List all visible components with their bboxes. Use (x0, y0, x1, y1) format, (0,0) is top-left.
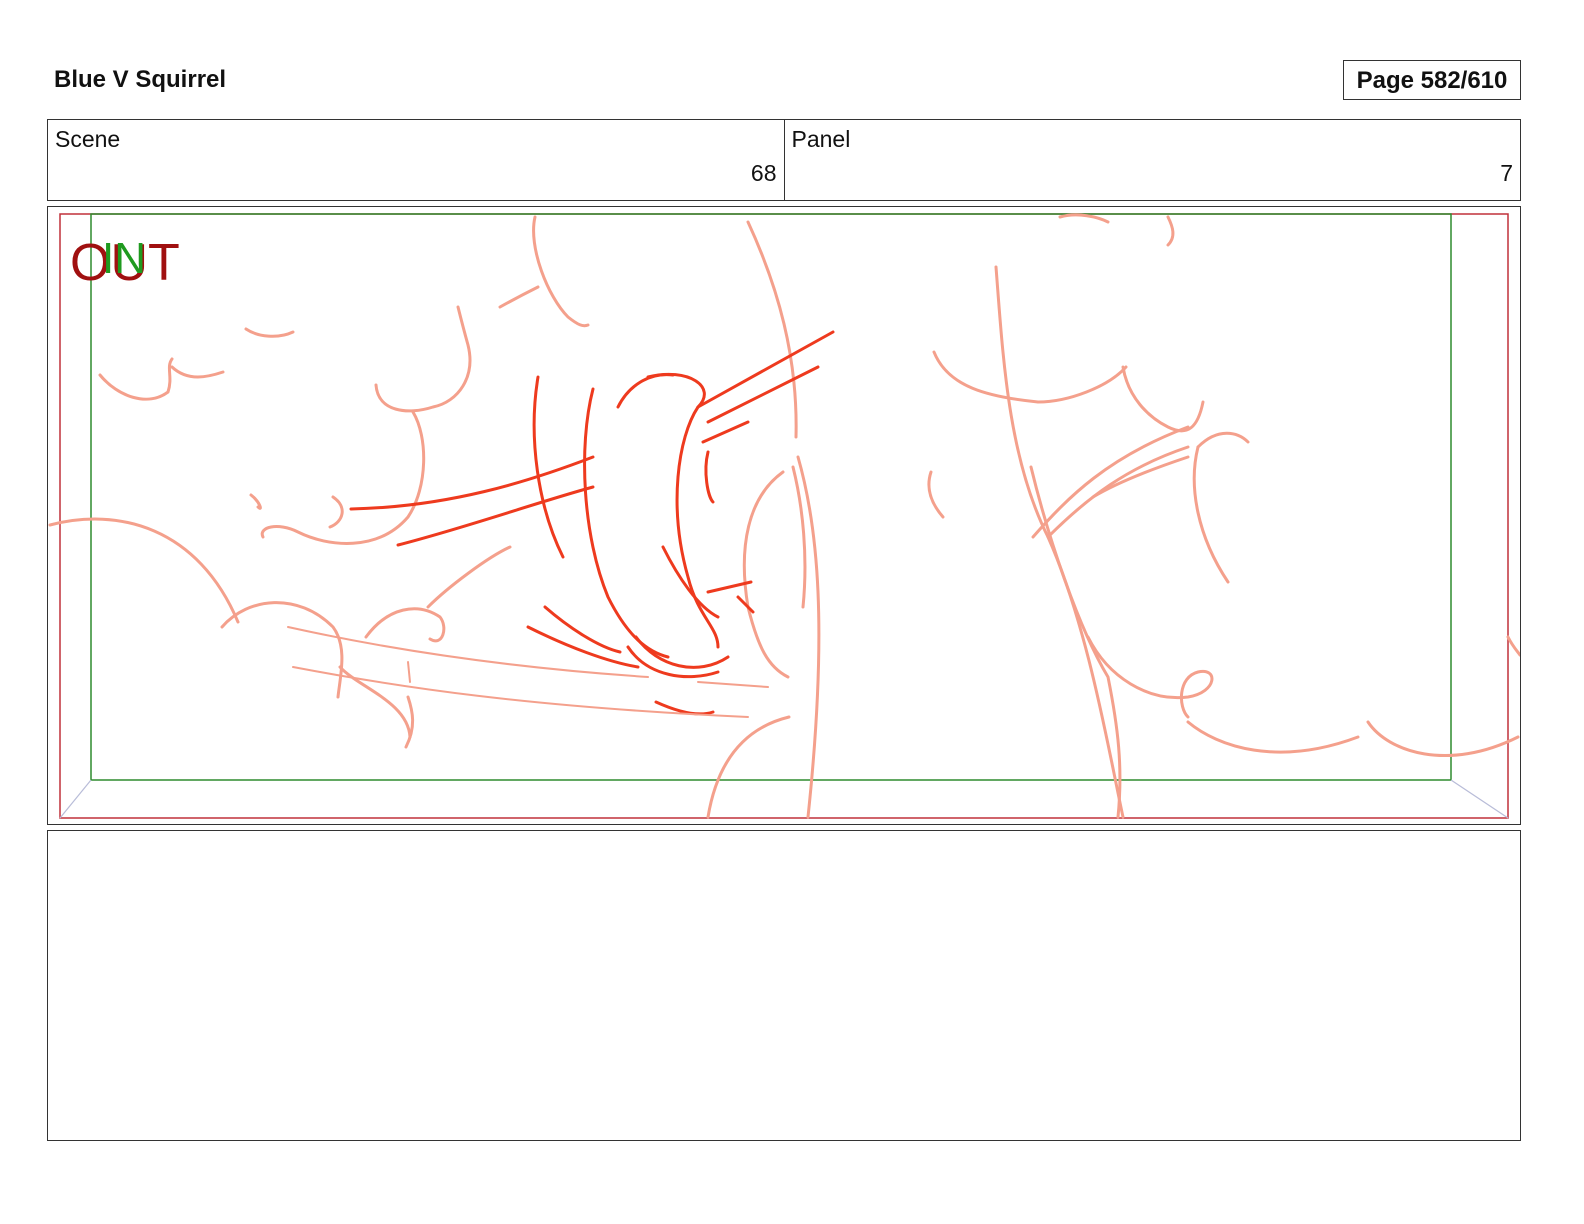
notes-area (47, 830, 1521, 1141)
page-indicator: Page 582/610 (1343, 60, 1521, 100)
ring-sketch-strokes (349, 330, 835, 716)
perspective-line-right (1450, 779, 1509, 819)
storyboard-frame: OUT IN (47, 206, 1521, 825)
panel-number: 7 (1500, 160, 1513, 186)
scene-panel-table: Scene 68 Panel 7 (47, 119, 1521, 201)
project-title: Blue V Squirrel (54, 66, 227, 93)
scene-label: Scene (55, 126, 121, 152)
outer-frame (59, 213, 1509, 819)
in-marker: IN (102, 234, 146, 283)
cloud-sketch-strokes (48, 213, 1520, 819)
perspective-line-left (59, 779, 92, 819)
panel-label: Panel (791, 126, 851, 152)
scene-cell: Scene 68 (48, 120, 784, 200)
scene-number: 68 (750, 160, 777, 186)
panel-cell: Panel 7 (783, 120, 1521, 200)
storyboard-sketch: OUT IN (48, 213, 1520, 819)
motion-lines (287, 626, 769, 718)
safe-frame (90, 213, 1452, 781)
